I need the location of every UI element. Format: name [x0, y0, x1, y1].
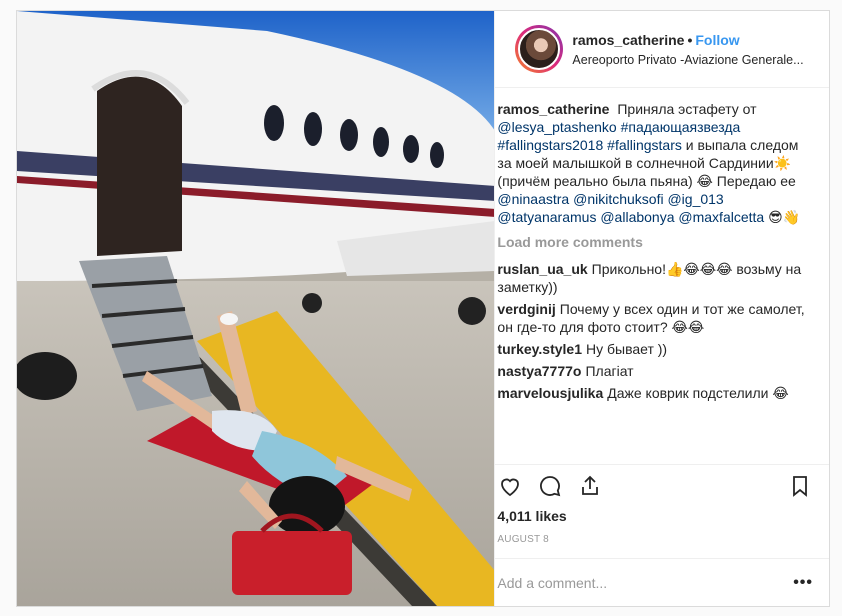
separator-dot: • — [687, 31, 693, 48]
likes-count[interactable]: 4,011 likes — [495, 506, 829, 528]
post-image — [17, 11, 495, 606]
comment-username[interactable]: marvelousjulika — [497, 385, 603, 401]
share-icon — [582, 475, 599, 495]
comment-item: marvelousjulika Даже коврик подстелили 😂 — [497, 384, 813, 402]
comment-icon — [540, 475, 561, 496]
follow-button[interactable]: Follow — [695, 32, 739, 48]
more-options-button[interactable]: ••• — [793, 574, 813, 592]
bookmark-icon — [793, 475, 807, 497]
comment-button[interactable] — [537, 473, 563, 499]
comments-list: ramos_catherine Приняла эстафету от @les… — [495, 88, 829, 464]
caption-text: 😎👋 — [768, 209, 801, 225]
username-link[interactable]: ramos_catherine — [572, 32, 684, 48]
like-button[interactable] — [497, 473, 523, 499]
action-bar — [495, 464, 829, 506]
post-sidebar: ramos_catherine • Follow Aereoporto Privat… — [494, 11, 829, 606]
caption-tag[interactable]: @ninaastra — [497, 191, 569, 207]
header-line: ramos_catherine • Follow — [572, 32, 812, 48]
comment-username[interactable]: verdginij — [497, 301, 555, 317]
comment-text: Даже коврик подстелили 😂 — [607, 385, 789, 401]
caption-tag[interactable]: #fallingstars — [607, 137, 682, 153]
caption-tag[interactable]: @tatyanaramus — [497, 209, 596, 225]
add-comment-bar: ••• — [495, 558, 829, 606]
caption-tag[interactable]: @ig_013 — [667, 191, 723, 207]
post-photo[interactable] — [17, 11, 495, 606]
comment-username[interactable]: nastya7777o — [497, 363, 581, 379]
comment-item: verdginij Почему у всех один и тот же сам… — [497, 300, 813, 336]
save-button[interactable] — [787, 473, 813, 499]
comment-username[interactable]: ruslan_ua_uk — [497, 261, 587, 277]
caption-tag[interactable]: #падающаязвезда — [621, 119, 741, 135]
header-text: ramos_catherine • Follow Aereoporto Privat… — [572, 32, 812, 67]
caption: ramos_catherine Приняла эстафету от @les… — [497, 100, 813, 226]
comment-text: Плагіат — [585, 363, 634, 379]
caption-username[interactable]: ramos_catherine — [497, 101, 609, 117]
avatar[interactable] — [515, 25, 564, 73]
comment-text: Ну бывает )) — [585, 341, 668, 357]
share-button[interactable] — [577, 473, 603, 499]
post-date[interactable]: AUGUST 8 — [495, 528, 829, 558]
add-comment-input[interactable] — [497, 574, 794, 591]
post-header: ramos_catherine • Follow Aereoporto Privat… — [495, 11, 829, 88]
comment-item: ruslan_ua_uk Прикольно!👍😂😂😂 возьму на зам… — [497, 260, 813, 296]
comment-item: nastya7777o Плагіат — [497, 362, 813, 380]
caption-text: Приняла эстафету от — [617, 101, 757, 117]
caption-tag[interactable]: @allabonya — [600, 209, 674, 225]
caption-tag[interactable]: @nikitchuksofi — [573, 191, 663, 207]
caption-tag[interactable]: #fallingstars2018 — [497, 137, 603, 153]
post-card: ramos_catherine • Follow Aereoporto Privat… — [16, 10, 830, 607]
comment-item: turkey.style1 Ну бывает )) — [497, 340, 813, 358]
location-link[interactable]: Aereoporto Privato -Aviazione Generale..… — [572, 53, 812, 67]
comment-username[interactable]: turkey.style1 — [497, 341, 582, 357]
caption-tag[interactable]: @maxfalcetta — [678, 209, 764, 225]
avatar-image — [518, 28, 561, 70]
load-more-comments-button[interactable]: Load more comments — [497, 234, 813, 250]
heart-icon — [501, 478, 520, 496]
caption-tag[interactable]: @lesya_ptashenko — [497, 119, 616, 135]
